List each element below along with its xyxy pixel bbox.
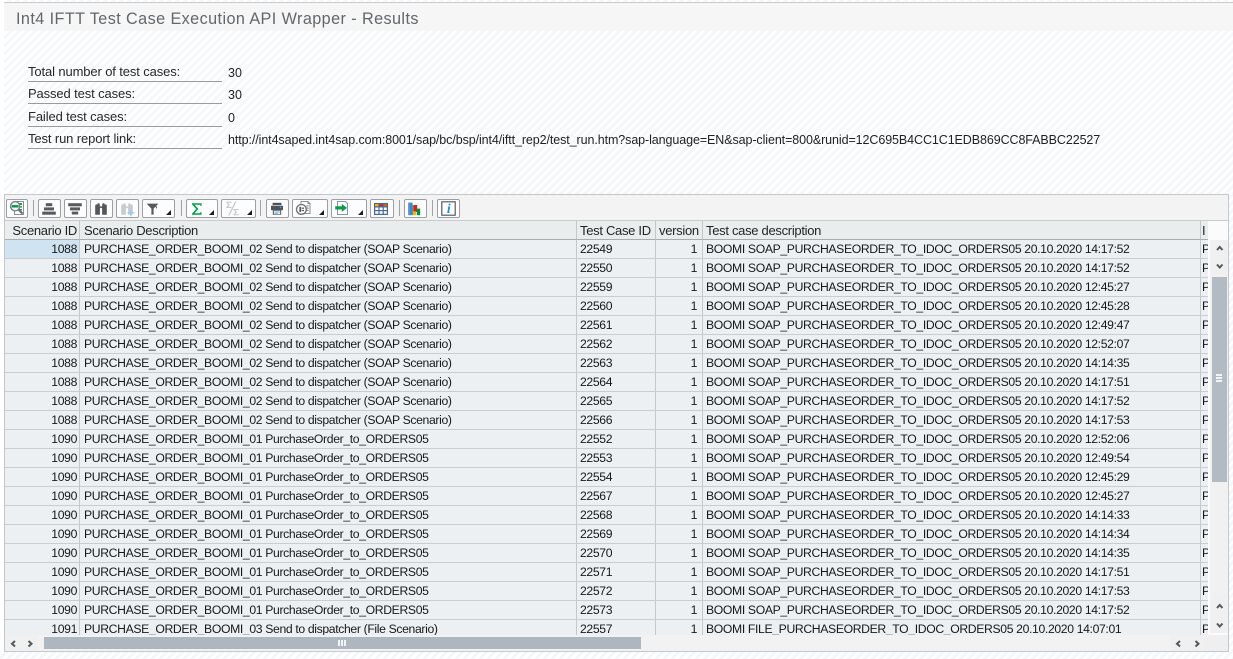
svg-text:i: i	[447, 201, 451, 216]
